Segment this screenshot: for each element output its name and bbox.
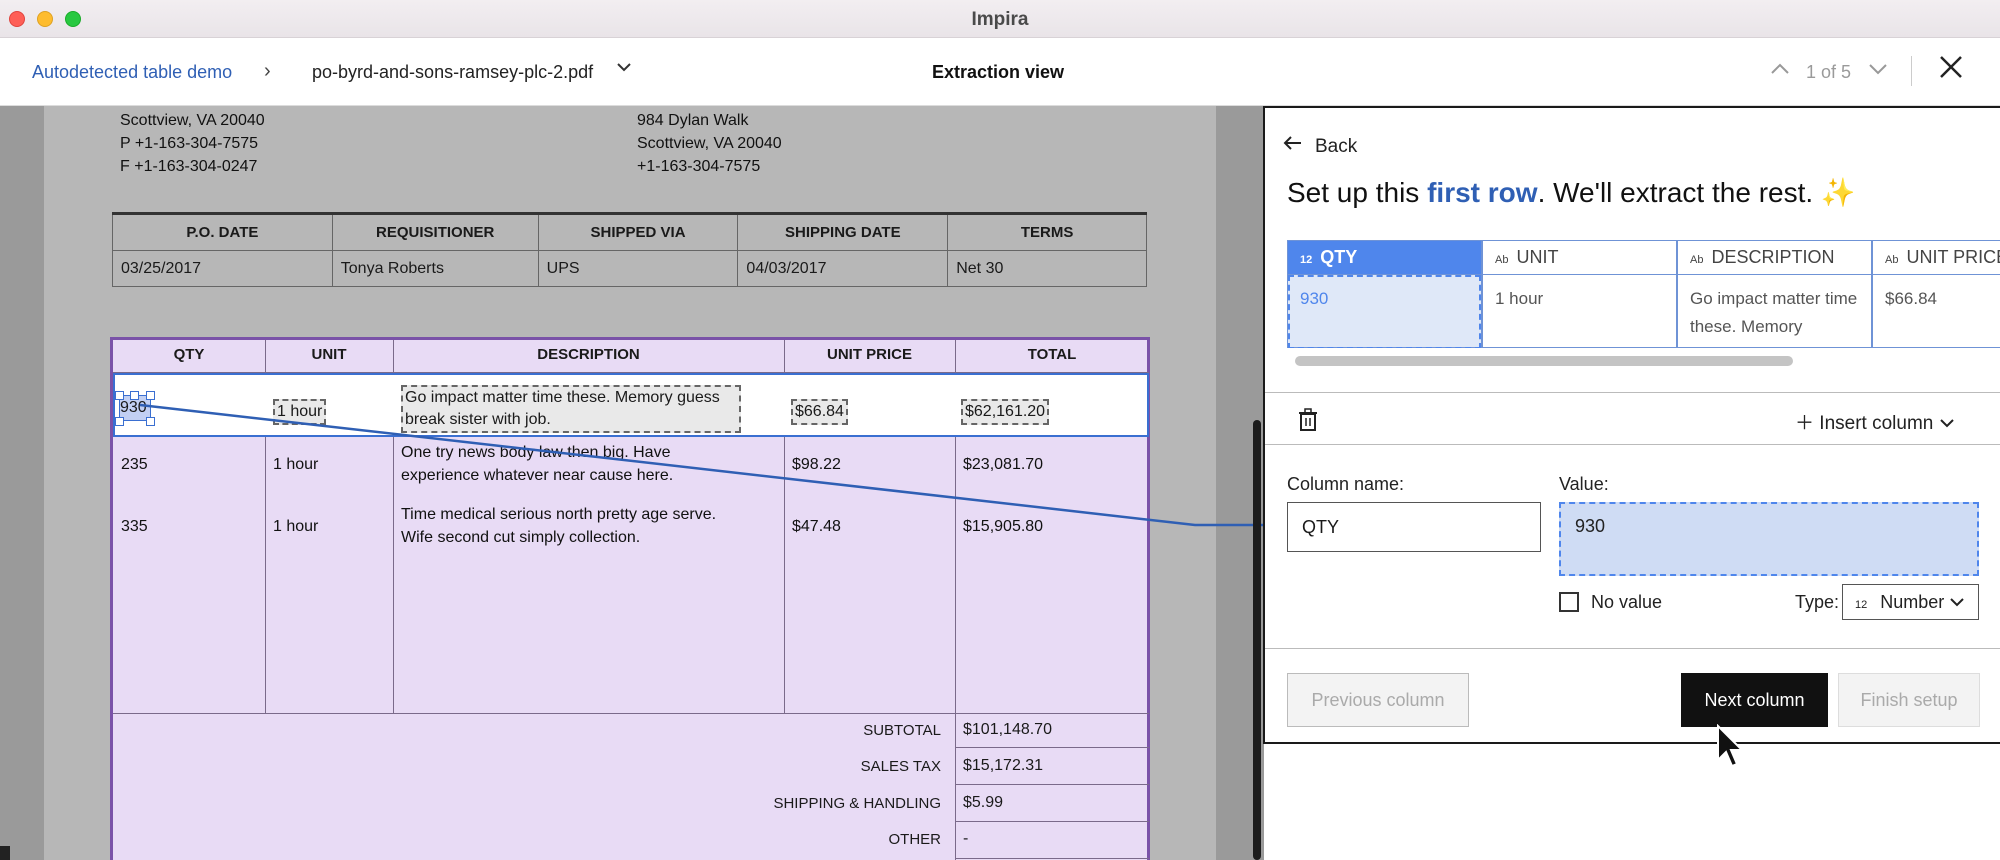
trash-icon[interactable]: [1297, 408, 1319, 432]
app-header: Autodetected table demo › po-byrd-and-so…: [0, 38, 2000, 106]
text-type-icon: Ab: [1495, 254, 1509, 266]
insert-column-button[interactable]: ＋ Insert column: [1795, 408, 1955, 435]
table-cell: 1 hour: [273, 518, 319, 535]
back-button[interactable]: Back: [1315, 136, 1357, 158]
column-preview-grid: 12 QTY 930 Ab UNIT 1 hour Ab DESCRIPTION Go…: [1287, 240, 2000, 348]
column-name-label: Column name:: [1287, 474, 1405, 494]
chevron-down-icon: [1949, 592, 1965, 612]
number-type-icon: 12: [1300, 254, 1313, 266]
previous-column-button[interactable]: Previous column: [1287, 673, 1469, 727]
breadcrumb-file-name[interactable]: po-byrd-and-sons-ramsey-plc-2.pdf: [312, 62, 593, 83]
col-header-unit: UNIT: [311, 346, 347, 363]
table-cell: 335: [121, 518, 148, 535]
resize-handle[interactable]: [146, 391, 155, 400]
setup-heading: Set up this first row. We'll extract the…: [1287, 177, 1856, 208]
value-label: Value:: [1559, 474, 1609, 494]
unit-cell-detection[interactable]: 1 hour: [273, 399, 327, 425]
table-cell: One try news body law then big. Have exp…: [401, 444, 674, 484]
table-cell: $23,081.70: [963, 456, 1044, 473]
window-titlebar: Impira: [0, 0, 2000, 38]
corner-marker: [0, 846, 10, 860]
header-divider: [1911, 56, 1912, 86]
col-header-unit-price: UNIT PRICE: [826, 346, 912, 363]
table-cell: $15,905.80: [963, 518, 1044, 535]
unit-price-cell-detection[interactable]: $66.84: [791, 399, 848, 425]
table-cell: $47.48: [792, 518, 841, 535]
resize-handle[interactable]: [115, 417, 124, 426]
document-scrollbar[interactable]: [1253, 420, 1261, 860]
table-cell: 235: [121, 456, 148, 473]
table-cell: $98.22: [792, 456, 841, 473]
total-cell-detection[interactable]: $62,161.20: [961, 399, 1050, 425]
finish-setup-button[interactable]: Finish setup: [1838, 673, 1980, 727]
chevron-right-icon: ›: [264, 60, 271, 82]
mouse-cursor-icon: [1717, 724, 1745, 768]
grid-column-unit[interactable]: Ab UNIT 1 hour: [1482, 240, 1677, 348]
detected-items-table[interactable]: QTY UNIT DESCRIPTION UNIT PRICE TOTAL 93…: [110, 337, 1150, 860]
value-textarea[interactable]: 930: [1559, 502, 1979, 576]
table-cell: Time medical serious north pretty age se…: [401, 506, 717, 546]
next-column-button[interactable]: Next column: [1681, 673, 1828, 727]
grid-column-qty[interactable]: 12 QTY 930: [1287, 240, 1482, 348]
arrow-left-icon[interactable]: [1283, 134, 1303, 157]
grid-column-description[interactable]: Ab DESCRIPTION Go impact matter time thes…: [1677, 240, 1872, 348]
extraction-setup-panel: Back Set up this first row. We'll extrac…: [1263, 106, 2000, 744]
resize-handle[interactable]: [146, 417, 155, 426]
col-header-qty: QTY: [173, 346, 205, 363]
ship-to-address: 984 Dylan Walk Scottview, VA 20040 +1-16…: [637, 112, 782, 175]
chevron-down-icon[interactable]: [616, 60, 632, 78]
close-icon[interactable]: [1938, 54, 1964, 86]
grid-column-unit-price[interactable]: Ab UNIT PRICE $66.84: [1872, 240, 2000, 348]
view-title: Extraction view: [932, 62, 1065, 82]
table-cell: 1 hour: [273, 456, 319, 473]
sales-tax-value: $15,172.31: [963, 757, 1044, 774]
breadcrumb-collection-link[interactable]: Autodetected table demo: [32, 62, 232, 83]
col-header-description: DESCRIPTION: [537, 346, 640, 363]
chevron-down-icon: [1939, 413, 1955, 434]
sales-tax-label: SALES TAX: [860, 758, 941, 775]
resize-handle[interactable]: [115, 391, 124, 400]
plus-icon: ＋: [1795, 413, 1815, 434]
col-header-total: TOTAL: [1027, 346, 1077, 363]
text-type-icon: Ab: [1690, 254, 1704, 266]
selected-first-row[interactable]: 930 1 hour Go impact matter time these. …: [113, 373, 1149, 437]
vendor-address: Scottview, VA 20040 P +1-163-304-7575 F …: [120, 112, 265, 175]
subtotal-label: SUBTOTAL: [863, 722, 941, 739]
other-label: OTHER: [888, 831, 942, 848]
resize-handle[interactable]: [130, 391, 139, 400]
type-select[interactable]: 12 Number: [1842, 584, 1979, 620]
chevron-down-icon[interactable]: [1868, 60, 1888, 81]
description-cell-detection[interactable]: Go impact matter time these. Memory gues…: [401, 385, 741, 433]
shipping-label: SHIPPING & HANDLING: [773, 795, 941, 812]
no-value-label: No value: [1591, 592, 1663, 612]
subtotal-value: $101,148.70: [963, 721, 1052, 738]
pager-count: 1 of 5: [1806, 62, 1852, 82]
number-type-icon: 12: [1855, 599, 1868, 611]
type-label: Type:: [1795, 592, 1840, 612]
po-info-table: P.O. DATE REQUISITIONER SHIPPED VIA SHIP…: [112, 212, 1147, 287]
no-value-checkbox[interactable]: [1559, 592, 1579, 612]
other-value: -: [963, 830, 969, 847]
column-name-input[interactable]: QTY: [1287, 502, 1541, 552]
shipping-value: $5.99: [963, 794, 1004, 811]
document-viewer[interactable]: Scottview, VA 20040 P +1-163-304-7575 F …: [0, 106, 1264, 860]
chevron-up-icon[interactable]: [1770, 60, 1790, 81]
text-type-icon: Ab: [1885, 254, 1899, 266]
window-title: Impira: [971, 9, 1029, 30]
grid-horizontal-scrollbar[interactable]: [1295, 356, 1793, 366]
